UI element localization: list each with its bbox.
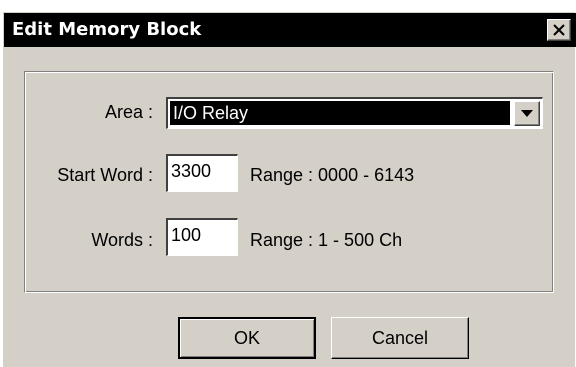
area-label: Area : bbox=[104, 102, 153, 122]
close-button[interactable] bbox=[547, 19, 571, 41]
dialog-title: Edit Memory Block bbox=[12, 19, 202, 40]
words-value: 100 bbox=[171, 225, 202, 245]
chevron-down-icon bbox=[521, 110, 533, 117]
start-word-input[interactable]: 3300 bbox=[166, 154, 238, 192]
words-label: Words : bbox=[91, 230, 153, 250]
start-word-value: 3300 bbox=[171, 161, 212, 181]
area-dropdown-button[interactable] bbox=[514, 101, 540, 126]
area-selected-value: I/O Relay bbox=[170, 101, 510, 125]
words-range: Range : 1 - 500 Ch bbox=[250, 230, 403, 250]
ok-button[interactable]: OK bbox=[178, 317, 316, 359]
words-input[interactable]: 100 bbox=[166, 218, 238, 256]
cancel-button[interactable]: Cancel bbox=[331, 317, 469, 359]
title-bar[interactable]: Edit Memory Block bbox=[4, 13, 576, 47]
start-word-label: Start Word : bbox=[57, 165, 153, 185]
start-word-range: Range : 0000 - 6143 bbox=[250, 165, 415, 185]
area-dropdown[interactable]: I/O Relay bbox=[166, 97, 543, 129]
close-icon bbox=[553, 24, 565, 36]
edit-memory-block-dialog: Edit Memory Block Area : I/O Relay Start… bbox=[3, 12, 576, 367]
